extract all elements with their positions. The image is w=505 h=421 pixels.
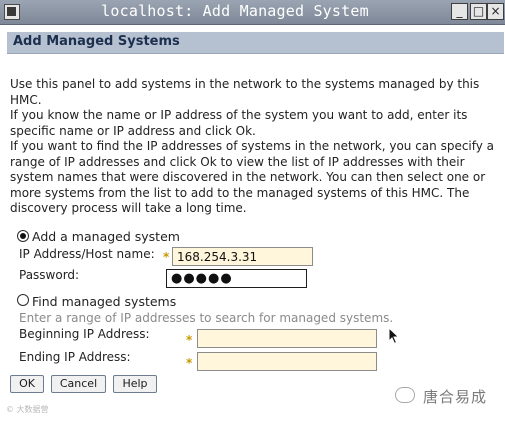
panel-title: Add Managed Systems	[13, 34, 180, 49]
watermark-left: © 大数据营	[6, 405, 49, 414]
ending-ip-label: Ending IP Address:	[19, 350, 131, 364]
watermark-right-text: 唐合易成	[423, 388, 488, 406]
window-titlebar[interactable]: localhost: Add Managed System _ □ ×	[0, 0, 505, 25]
minimize-button[interactable]: _	[451, 3, 468, 20]
ok-button[interactable]: OK	[10, 375, 44, 393]
ip-address-label: IP Address/Host name:	[19, 247, 155, 261]
beginning-ip-label: Beginning IP Address:	[19, 327, 150, 341]
password-input[interactable]	[166, 269, 307, 288]
mouse-cursor-icon	[388, 327, 400, 345]
beginning-ip-input[interactable]	[197, 329, 377, 348]
description-paragraph-1: Use this panel to add systems in the net…	[10, 77, 480, 107]
required-marker: *	[186, 333, 193, 347]
required-marker: *	[163, 250, 170, 264]
panel-header: Add Managed Systems	[7, 32, 504, 54]
maximize-button[interactable]: □	[470, 3, 487, 20]
required-marker: *	[186, 356, 193, 370]
password-label: Password:	[19, 268, 80, 282]
ip-address-input[interactable]	[172, 247, 313, 266]
cancel-button[interactable]: Cancel	[51, 375, 106, 393]
window-title: localhost: Add Managed System	[101, 2, 369, 20]
description-paragraph-2: If you know the name or IP address of th…	[10, 108, 468, 138]
close-button[interactable]: ×	[487, 3, 504, 20]
find-systems-hint: Enter a range of IP addresses to search …	[19, 311, 394, 325]
find-managed-systems-label[interactable]: Find managed systems	[32, 294, 176, 309]
add-managed-system-radio[interactable]	[17, 230, 29, 242]
ending-ip-input[interactable]	[197, 352, 377, 371]
help-button[interactable]: Help	[113, 375, 157, 393]
add-managed-system-label[interactable]: Add a managed system	[32, 229, 180, 244]
description-paragraph-3: If you want to find the IP addresses of …	[10, 139, 495, 215]
wechat-icon	[395, 387, 415, 403]
find-managed-systems-radio[interactable]	[17, 294, 29, 306]
watermark-right: 唐合易成	[395, 384, 500, 410]
